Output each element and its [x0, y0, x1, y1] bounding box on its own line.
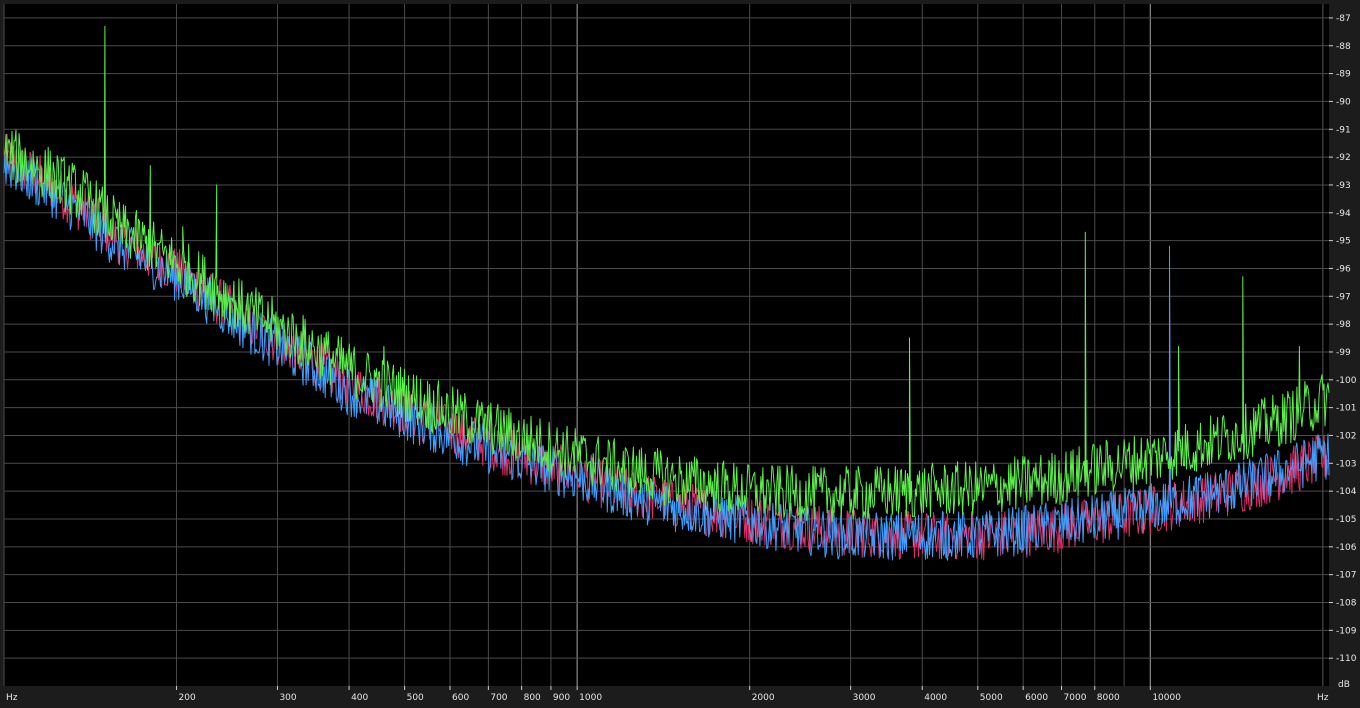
x-axis-ticks: 200 300 400 500 600 700 800 900 1000 2000 3000 4000…: [176, 686, 1181, 703]
y-tick-label: -91: [1336, 125, 1351, 135]
y-tick-label: -108: [1336, 598, 1357, 608]
y-axis-ticks: -87 -88 -89 -90 -91 -92 -93 -94 -95 -96 -97 -98 -99 -…: [1329, 14, 1357, 664]
y-tick-label: -94: [1336, 209, 1351, 219]
x-tick-label: 3000: [853, 693, 876, 703]
y-tick-label: -102: [1336, 431, 1356, 441]
spectrum-analyzer-window: 200 300 400 500 600 700 800 900 1000 2000 3000 4000…: [0, 0, 1360, 708]
x-tick-label: 10000: [1152, 693, 1181, 703]
y-tick-label: -97: [1336, 292, 1351, 302]
y-tick-label: -96: [1336, 264, 1351, 274]
y-tick-label: -110: [1336, 654, 1357, 664]
x-tick-label: 5000: [980, 693, 1003, 703]
x-tick-label: 7000: [1064, 693, 1087, 703]
y-tick-label: -99: [1336, 348, 1351, 358]
x-tick-label: 6000: [1025, 693, 1048, 703]
x-tick-label: 500: [407, 693, 424, 703]
x-tick-label: 4000: [924, 693, 947, 703]
y-tick-label: -95: [1336, 237, 1351, 247]
y-tick-label: -100: [1336, 376, 1357, 386]
plot-background: [4, 4, 1329, 686]
y-tick-label: -90: [1336, 97, 1351, 107]
x-tick-label: 800: [524, 693, 541, 703]
x-tick-label: 600: [452, 693, 469, 703]
y-tick-label: -105: [1336, 515, 1356, 525]
x-tick-label: 200: [179, 693, 196, 703]
y-tick-label: -109: [1336, 626, 1357, 636]
x-tick-label: 400: [351, 693, 368, 703]
y-tick-label: -88: [1336, 42, 1351, 52]
y-tick-label: -107: [1336, 571, 1356, 581]
y-tick-label: -101: [1336, 404, 1356, 414]
y-tick-label: -93: [1336, 181, 1351, 191]
x-axis-unit-right: Hz: [1317, 693, 1329, 703]
y-tick-label: -89: [1336, 70, 1351, 80]
x-tick-label: 700: [490, 693, 507, 703]
y-tick-label: -104: [1336, 487, 1357, 497]
y-tick-label: -92: [1336, 153, 1351, 163]
y-tick-label: -87: [1336, 14, 1351, 24]
y-tick-label: -106: [1336, 543, 1357, 553]
y-axis-unit: dB: [1338, 680, 1350, 690]
x-tick-label: 300: [279, 693, 296, 703]
x-tick-label: 8000: [1097, 693, 1120, 703]
x-tick-label: 2000: [752, 693, 775, 703]
x-tick-label: 1000: [579, 693, 602, 703]
y-tick-label: -103: [1336, 459, 1356, 469]
spectrum-plot: 200 300 400 500 600 700 800 900 1000 2000 3000 4000…: [3, 4, 1357, 703]
x-tick-label: 900: [553, 693, 570, 703]
x-axis-unit-left: Hz: [6, 693, 18, 703]
y-tick-label: -98: [1336, 320, 1351, 330]
